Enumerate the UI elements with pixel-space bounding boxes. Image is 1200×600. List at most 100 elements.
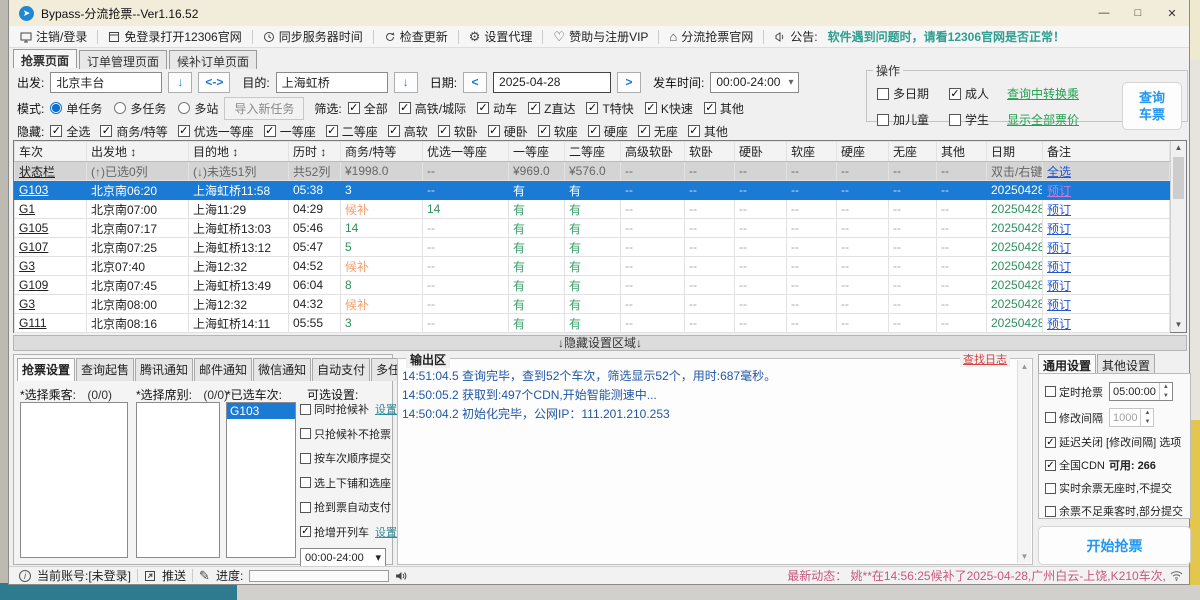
filter-checkbox-3[interactable]: ✓Z直达 xyxy=(528,100,575,117)
table-row[interactable]: G3北京07:40上海12:3204:52候补--有有-------------… xyxy=(15,257,1170,276)
settings-link[interactable]: 设置 xyxy=(375,401,397,417)
mode-radio-2[interactable]: 多站 xyxy=(178,100,218,117)
scroll-up-icon[interactable]: ▲ xyxy=(1171,141,1186,155)
column-header-9[interactable]: 软卧 xyxy=(685,142,735,162)
train-number-link[interactable]: G109 xyxy=(19,278,48,292)
date-input[interactable]: 2025-04-28 xyxy=(493,72,611,93)
table-row[interactable]: G107北京南07:25上海虹桥13:1205:475--有有---------… xyxy=(15,238,1170,257)
date-prev-button[interactable]: < xyxy=(463,72,487,93)
table-row[interactable]: G103北京南06:20上海虹桥11:5805:383--有有---------… xyxy=(15,181,1170,200)
spinbox[interactable]: 05:00:00▲▼ xyxy=(1109,382,1173,401)
hide-checkbox-9[interactable]: ✓硬座 xyxy=(588,123,628,140)
book-link[interactable]: 预订 xyxy=(1047,298,1071,312)
spin-up-icon[interactable]: ▲ xyxy=(1160,383,1172,392)
scroll-up-icon[interactable]: ▲ xyxy=(1018,362,1031,371)
train-number-link[interactable]: G107 xyxy=(19,240,48,254)
mode-radio-0[interactable]: 单任务 xyxy=(50,100,102,117)
minimize-button[interactable]: — xyxy=(1087,0,1121,26)
scrollbar-thumb[interactable] xyxy=(1173,157,1184,199)
train-number-link[interactable]: G3 xyxy=(19,297,35,311)
column-header-10[interactable]: 硬卧 xyxy=(735,142,787,162)
select-all-link[interactable]: 全选 xyxy=(1047,165,1071,179)
page-tab-1[interactable]: 订单管理页面 xyxy=(79,50,167,69)
book-link[interactable]: 预订 xyxy=(1047,184,1071,198)
book-link[interactable]: 预订 xyxy=(1047,203,1071,217)
toolbar-button-0[interactable]: 注销/登录 xyxy=(17,28,90,45)
book-link[interactable]: 预订 xyxy=(1047,241,1071,255)
close-button[interactable]: ✕ xyxy=(1155,0,1189,26)
hide-checkbox-2[interactable]: ✓优选一等座 xyxy=(178,123,254,140)
general-checkbox-3[interactable]: ✓全国CDN xyxy=(1045,457,1105,473)
column-header-1[interactable]: 出发地 ↕ xyxy=(87,142,189,162)
column-header-4[interactable]: 商务/特等 xyxy=(341,142,423,162)
hide-checkbox-11[interactable]: ✓其他 xyxy=(688,123,728,140)
column-header-0[interactable]: 车次 xyxy=(15,142,87,162)
from-dropdown-button[interactable]: ↓ xyxy=(168,72,192,93)
general-checkbox-0[interactable]: 定时抢票 xyxy=(1045,384,1103,400)
hide-checkbox-0[interactable]: ✓全选 xyxy=(50,123,90,140)
seat-class-listbox[interactable] xyxy=(136,402,220,558)
hide-checkbox-8[interactable]: ✓软座 xyxy=(538,123,578,140)
column-header-6[interactable]: 一等座 xyxy=(509,142,565,162)
hide-checkbox-10[interactable]: ✓无座 xyxy=(638,123,678,140)
general-checkbox-1[interactable]: 修改间隔 xyxy=(1045,410,1103,426)
hide-checkbox-1[interactable]: ✓商务/特等 xyxy=(100,123,167,140)
swap-stations-button[interactable]: <-> xyxy=(198,72,230,93)
settings-tab-4[interactable]: 微信通知 xyxy=(253,358,311,381)
column-header-7[interactable]: 二等座 xyxy=(565,142,621,162)
filter-checkbox-4[interactable]: ✓T特快 xyxy=(586,100,633,117)
table-row[interactable]: G109北京南07:45上海虹桥13:4906:048--有有---------… xyxy=(15,276,1170,295)
train-number-link[interactable]: G103 xyxy=(19,183,48,197)
find-log-link[interactable]: 查找日志 xyxy=(960,351,1010,367)
table-row[interactable]: G111北京南08:16上海虹桥14:1105:553--有有---------… xyxy=(15,314,1170,333)
filter-checkbox-6[interactable]: ✓其他 xyxy=(704,100,744,117)
table-row[interactable]: G1北京南07:00上海11:2904:29候补14有有------------… xyxy=(15,200,1170,219)
start-grabbing-button[interactable]: 开始抢票 xyxy=(1038,526,1191,565)
settings-tab-0[interactable]: 抢票设置 xyxy=(17,358,75,381)
column-header-15[interactable]: 日期 xyxy=(987,142,1043,162)
filter-checkbox-0[interactable]: ✓全部 xyxy=(348,100,388,117)
column-header-12[interactable]: 硬座 xyxy=(837,142,889,162)
passenger-listbox[interactable] xyxy=(20,402,128,558)
page-tab-0[interactable]: 抢票页面 xyxy=(13,49,77,68)
from-input[interactable]: 北京丰台 xyxy=(50,72,162,93)
settings-tab-2[interactable]: 腾讯通知 xyxy=(135,358,193,381)
to-dropdown-button[interactable]: ↓ xyxy=(394,72,418,93)
operation-checkbox-r1-0[interactable]: 多日期 xyxy=(877,85,949,102)
toolbar-button-1[interactable]: 免登录打开12306官网 xyxy=(105,28,244,45)
option-checkbox-2[interactable]: 按车次顺序提交 xyxy=(300,450,391,466)
column-header-3[interactable]: 历时 ↕ xyxy=(289,142,341,162)
book-link[interactable]: 预订 xyxy=(1047,279,1071,293)
table-row[interactable]: G3北京南08:00上海12:3204:32候补--有有------------… xyxy=(15,295,1170,314)
selected-train-item[interactable]: G103 xyxy=(227,403,295,419)
hide-checkbox-7[interactable]: ✓硬卧 xyxy=(488,123,528,140)
hide-settings-divider[interactable]: ↓隐藏设置区域↓ xyxy=(13,335,1187,351)
spin-up-icon[interactable]: ▲ xyxy=(1141,409,1153,418)
hide-checkbox-6[interactable]: ✓软卧 xyxy=(438,123,478,140)
general-checkbox-5[interactable]: 余票不足乘客时,部分提交 xyxy=(1045,503,1183,519)
column-header-13[interactable]: 无座 xyxy=(889,142,937,162)
spin-down-icon[interactable]: ▼ xyxy=(1141,418,1153,427)
option-checkbox-4[interactable]: 抢到票自动支付 xyxy=(300,499,391,515)
date-next-button[interactable]: > xyxy=(617,72,641,93)
mode-radio-1[interactable]: 多任务 xyxy=(114,100,166,117)
column-header-11[interactable]: 软座 xyxy=(787,142,837,162)
settings-tab-5[interactable]: 自动支付 xyxy=(312,358,370,381)
depart-time-select[interactable]: 00:00-24:00 ▾ xyxy=(710,72,799,93)
spinbox[interactable]: 1000▲▼ xyxy=(1109,408,1154,427)
filter-checkbox-2[interactable]: ✓动车 xyxy=(477,100,517,117)
general-checkbox-2[interactable]: ✓延迟关闭 [修改间隔] 选项 xyxy=(1045,434,1181,450)
train-number-link[interactable]: G105 xyxy=(19,221,48,235)
settings-tab-1[interactable]: 查询起售 xyxy=(76,358,134,381)
train-number-link[interactable]: G111 xyxy=(19,316,47,330)
column-header-16[interactable]: 备注 xyxy=(1043,142,1170,162)
column-header-14[interactable]: 其他 xyxy=(937,142,987,162)
filter-checkbox-1[interactable]: ✓高铁/城际 xyxy=(399,100,466,117)
import-task-button[interactable]: 导入新任务 xyxy=(224,97,304,120)
push-label[interactable]: 推送 xyxy=(162,567,186,584)
scroll-down-icon[interactable]: ▼ xyxy=(1018,552,1031,561)
toolbar-button-6[interactable]: ⌂分流抢票官网 xyxy=(666,28,756,45)
page-tab-2[interactable]: 候补订单页面 xyxy=(169,50,257,69)
settings-tab-3[interactable]: 邮件通知 xyxy=(194,358,252,381)
option-checkbox-3[interactable]: 选上下铺和选座 xyxy=(300,475,391,491)
